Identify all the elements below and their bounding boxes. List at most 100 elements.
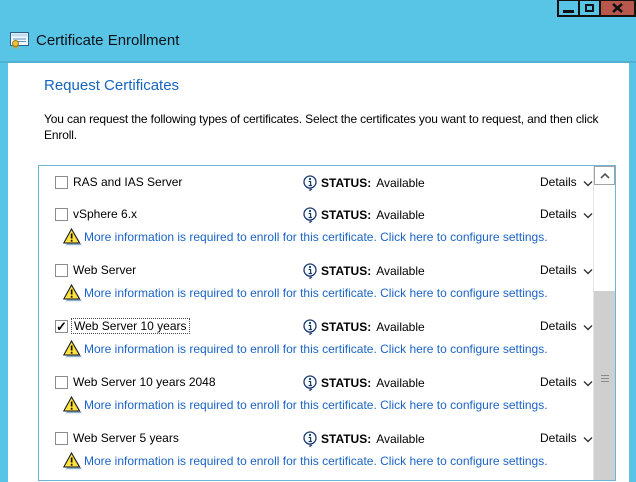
window-title: Certificate Enrollment (36, 32, 179, 49)
details-label: Details (540, 175, 577, 189)
chevron-down-icon (583, 324, 593, 331)
status-label: STATUS: (321, 432, 371, 446)
warning-icon (63, 452, 82, 470)
status-group: STATUS: Available (303, 319, 425, 335)
status-value: Available (376, 432, 424, 446)
details-label: Details (540, 431, 577, 445)
certificate-warning[interactable]: More information is required to enroll f… (39, 338, 594, 362)
status-group: STATUS: Available (303, 431, 425, 447)
window-controls (559, 0, 636, 18)
certificate-name[interactable]: Web Server (73, 263, 136, 277)
status-group: STATUS: Available (303, 175, 425, 191)
certificate-row[interactable]: RAS and IAS Server STATUS: Available Det… (39, 172, 594, 194)
info-icon (303, 319, 317, 335)
certificate-list-item: RAS and IAS Server STATUS: Available Det… (39, 172, 594, 194)
certificate-warning[interactable]: More information is required to enroll f… (39, 450, 594, 474)
warning-text[interactable]: More information is required to enroll f… (84, 342, 548, 356)
chevron-up-icon (599, 172, 611, 180)
warning-text[interactable]: More information is required to enroll f… (84, 286, 548, 300)
page-description: You can request the following types of c… (44, 111, 628, 143)
certificate-icon (10, 32, 29, 49)
chevron-down-icon (583, 180, 593, 187)
chevron-down-icon (583, 380, 593, 387)
scroll-up-button[interactable] (594, 166, 615, 185)
certificate-warning[interactable]: More information is required to enroll f… (39, 226, 594, 250)
certificate-row[interactable]: Web Server STATUS: Available Details (39, 260, 594, 282)
certificate-list-item: Web Server 5 years STATUS: Available Det… (39, 428, 594, 474)
certificate-name[interactable]: Web Server 10 years (71, 318, 190, 334)
certificate-list-item: vSphere 6.x STATUS: Available Details (39, 204, 594, 250)
chevron-down-icon (583, 268, 593, 275)
warning-icon (63, 284, 82, 302)
certificate-name[interactable]: Web Server 5 years (73, 431, 179, 445)
certificate-checkbox[interactable] (55, 208, 68, 221)
certificate-enrollment-window: Certificate Enrollment Request Certifica… (0, 0, 636, 482)
warning-text[interactable]: More information is required to enroll f… (84, 398, 548, 412)
status-label: STATUS: (321, 176, 371, 190)
details-label: Details (540, 375, 577, 389)
certificate-name[interactable]: RAS and IAS Server (73, 175, 182, 189)
certificate-checkbox[interactable] (55, 432, 68, 445)
details-button[interactable]: Details (540, 431, 593, 445)
titlebar: Certificate Enrollment (10, 32, 179, 49)
info-icon (303, 431, 317, 447)
details-label: Details (540, 263, 577, 277)
details-label: Details (540, 319, 577, 333)
chevron-down-icon (583, 212, 593, 219)
details-label: Details (540, 207, 577, 221)
status-value: Available (376, 320, 424, 334)
warning-icon (63, 340, 82, 358)
status-label: STATUS: (321, 264, 371, 278)
maximize-button[interactable] (578, 0, 601, 17)
content-panel: Request Certificates You can request the… (8, 63, 629, 482)
info-icon (303, 375, 317, 391)
certificate-row[interactable]: Web Server 10 years 2048 STATUS: Availab… (39, 372, 594, 394)
status-value: Available (376, 264, 424, 278)
warning-icon (63, 228, 82, 246)
maximize-icon (585, 4, 594, 12)
certificate-list: RAS and IAS Server STATUS: Available Det… (38, 165, 616, 481)
status-label: STATUS: (321, 208, 371, 222)
certificate-row[interactable]: ✓ Web Server 10 years STATUS: Available … (39, 316, 594, 338)
minimize-button[interactable] (557, 0, 580, 17)
page-title: Request Certificates (44, 77, 179, 94)
certificate-checkbox[interactable] (55, 376, 68, 389)
info-icon (303, 263, 317, 279)
close-icon (612, 3, 623, 13)
certificate-list-content: RAS and IAS Server STATUS: Available Det… (39, 166, 594, 480)
status-group: STATUS: Available (303, 263, 425, 279)
minimize-icon (563, 10, 574, 13)
certificate-checkbox[interactable] (55, 264, 68, 277)
status-group: STATUS: Available (303, 375, 425, 391)
close-button[interactable] (599, 0, 636, 17)
certificate-checkbox[interactable]: ✓ (55, 320, 68, 333)
warning-text[interactable]: More information is required to enroll f… (84, 454, 548, 468)
certificate-list-item: Web Server 10 years 2048 STATUS: Availab… (39, 372, 594, 418)
certificate-list-item: Web Server STATUS: Available Details (39, 260, 594, 306)
info-icon (303, 207, 317, 223)
certificate-list-item: ✓ Web Server 10 years STATUS: Available … (39, 316, 594, 362)
status-value: Available (376, 376, 424, 390)
certificate-row[interactable]: Web Server 5 years STATUS: Available Det… (39, 428, 594, 450)
warning-text[interactable]: More information is required to enroll f… (84, 230, 548, 244)
status-label: STATUS: (321, 320, 371, 334)
status-group: STATUS: Available (303, 207, 425, 223)
details-button[interactable]: Details (540, 263, 593, 277)
details-button[interactable]: Details (540, 207, 593, 221)
scrollbar-thumb[interactable] (594, 291, 615, 480)
certificate-warning[interactable]: More information is required to enroll f… (39, 394, 594, 418)
certificate-warning[interactable]: More information is required to enroll f… (39, 282, 594, 306)
certificate-checkbox[interactable] (55, 176, 68, 189)
status-label: STATUS: (321, 376, 371, 390)
details-button[interactable]: Details (540, 175, 593, 189)
status-value: Available (376, 208, 424, 222)
certificate-name[interactable]: vSphere 6.x (73, 207, 137, 221)
certificate-row[interactable]: vSphere 6.x STATUS: Available Details (39, 204, 594, 226)
chevron-down-icon (583, 436, 593, 443)
vertical-scrollbar[interactable] (593, 166, 615, 480)
status-value: Available (376, 176, 424, 190)
info-icon (303, 175, 317, 191)
details-button[interactable]: Details (540, 319, 593, 333)
details-button[interactable]: Details (540, 375, 593, 389)
certificate-name[interactable]: Web Server 10 years 2048 (73, 375, 216, 389)
